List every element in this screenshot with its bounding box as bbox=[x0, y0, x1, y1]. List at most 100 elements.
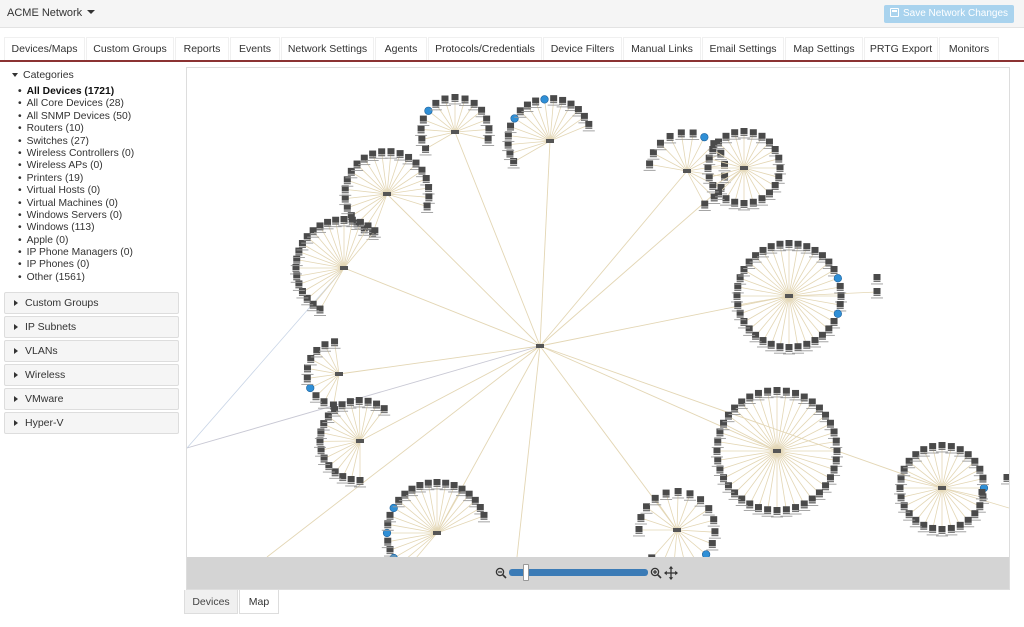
zoom-out-icon[interactable] bbox=[495, 567, 507, 579]
device-icon[interactable] bbox=[800, 393, 808, 402]
device-icon[interactable] bbox=[646, 160, 654, 169]
device-icon[interactable] bbox=[822, 411, 830, 420]
device-icon[interactable] bbox=[458, 485, 466, 494]
device-icon[interactable] bbox=[480, 511, 488, 520]
device-icon[interactable] bbox=[433, 479, 441, 487]
device-icon[interactable] bbox=[483, 115, 491, 124]
device-icon[interactable] bbox=[425, 193, 433, 202]
device-icon[interactable] bbox=[303, 364, 311, 373]
device-icon[interactable] bbox=[724, 482, 732, 491]
device-icon[interactable] bbox=[830, 465, 838, 474]
device-icon[interactable] bbox=[818, 252, 826, 261]
windows-globe-icon[interactable] bbox=[700, 133, 709, 142]
device-icon[interactable] bbox=[325, 462, 333, 471]
device-icon[interactable] bbox=[423, 202, 431, 211]
device-icon[interactable] bbox=[523, 101, 531, 110]
category-virtual-hosts[interactable]: Virtual Hosts (0) bbox=[18, 185, 134, 197]
device-icon[interactable] bbox=[312, 392, 320, 401]
device-icon[interactable] bbox=[746, 500, 754, 509]
device-icon[interactable] bbox=[550, 95, 558, 104]
device-icon[interactable] bbox=[724, 411, 732, 420]
device-icon[interactable] bbox=[971, 457, 979, 466]
device-icon[interactable] bbox=[754, 389, 762, 398]
device-icon[interactable] bbox=[507, 122, 515, 131]
device-icon[interactable] bbox=[976, 465, 984, 474]
device-icon[interactable] bbox=[833, 447, 841, 455]
windows-globe-icon[interactable] bbox=[424, 106, 433, 115]
device-icon[interactable] bbox=[929, 443, 937, 452]
windows-globe-icon[interactable] bbox=[389, 503, 398, 513]
category-wireless-aps[interactable]: Wireless APs (0) bbox=[18, 160, 134, 172]
device-icon[interactable] bbox=[822, 482, 830, 491]
device-icon[interactable] bbox=[309, 227, 317, 236]
device-icon[interactable] bbox=[324, 218, 332, 227]
device-icon[interactable] bbox=[971, 510, 979, 519]
device-icon[interactable] bbox=[373, 400, 381, 409]
tab-map-settings[interactable]: Map Settings bbox=[785, 37, 863, 60]
device-icon[interactable] bbox=[912, 516, 920, 525]
section-custom-groups[interactable]: Custom Groups bbox=[4, 292, 179, 314]
tab-email-settings[interactable]: Email Settings bbox=[702, 37, 784, 60]
device-icon[interactable] bbox=[976, 502, 984, 511]
pan-arrows-icon[interactable] bbox=[664, 566, 678, 580]
device-icon[interactable] bbox=[776, 343, 784, 352]
device-icon[interactable] bbox=[731, 198, 739, 207]
device-icon[interactable] bbox=[574, 106, 582, 115]
category-ip-phone-managers[interactable]: IP Phone Managers (0) bbox=[18, 247, 134, 259]
device-icon[interactable] bbox=[897, 493, 905, 502]
device-icon[interactable] bbox=[794, 343, 802, 352]
device-icon[interactable] bbox=[736, 274, 744, 283]
device-icon[interactable] bbox=[749, 129, 757, 138]
tab-reports[interactable]: Reports bbox=[175, 37, 229, 60]
device-icon[interactable] bbox=[905, 457, 913, 466]
device-icon[interactable] bbox=[836, 282, 844, 291]
device-icon[interactable] bbox=[705, 173, 713, 182]
tab-agents[interactable]: Agents bbox=[375, 37, 427, 60]
device-icon[interactable] bbox=[745, 325, 753, 334]
category-switches[interactable]: Switches (27) bbox=[18, 136, 134, 148]
device-icon[interactable] bbox=[442, 479, 450, 488]
device-icon[interactable] bbox=[720, 419, 728, 428]
switch-node-icon[interactable] bbox=[740, 166, 748, 170]
device-icon[interactable] bbox=[803, 340, 811, 349]
category-all-core-devices[interactable]: All Core Devices (28) bbox=[18, 98, 134, 110]
windows-globe-icon[interactable] bbox=[540, 95, 549, 104]
device-icon[interactable] bbox=[355, 397, 363, 406]
switch-node-icon[interactable] bbox=[683, 169, 691, 173]
device-icon[interactable] bbox=[418, 135, 426, 144]
device-icon[interactable] bbox=[765, 189, 773, 198]
device-icon[interactable] bbox=[740, 266, 748, 274]
category-windows[interactable]: Windows (113) bbox=[18, 222, 134, 234]
tab-devices-maps[interactable]: Devices/Maps bbox=[4, 37, 85, 60]
network-topology-canvas[interactable] bbox=[187, 68, 1009, 557]
device-icon[interactable] bbox=[731, 129, 739, 138]
device-icon[interactable] bbox=[356, 477, 364, 485]
windows-globe-icon[interactable] bbox=[306, 383, 315, 393]
device-icon[interactable] bbox=[709, 146, 717, 154]
device-icon[interactable] bbox=[364, 222, 372, 231]
device-icon[interactable] bbox=[938, 526, 946, 534]
device-icon[interactable] bbox=[425, 184, 433, 193]
device-icon[interactable] bbox=[649, 149, 657, 158]
device-icon[interactable] bbox=[666, 132, 674, 141]
device-icon[interactable] bbox=[705, 505, 713, 514]
device-icon[interactable] bbox=[346, 398, 354, 407]
tab-device-filters[interactable]: Device Filters bbox=[543, 37, 622, 60]
category-routers[interactable]: Routers (10) bbox=[18, 123, 134, 135]
device-icon[interactable] bbox=[773, 507, 781, 515]
device-icon[interactable] bbox=[293, 255, 301, 264]
device-icon[interactable] bbox=[752, 331, 760, 340]
switch-node-icon[interactable] bbox=[335, 372, 343, 376]
switch-node-icon[interactable] bbox=[546, 139, 554, 143]
device-icon[interactable] bbox=[745, 258, 753, 267]
device-icon[interactable] bbox=[771, 182, 779, 190]
device-icon[interactable] bbox=[710, 516, 718, 525]
device-icon[interactable] bbox=[811, 337, 819, 346]
device-icon[interactable] bbox=[947, 443, 955, 452]
device-icon[interactable] bbox=[818, 331, 826, 340]
device-icon[interactable] bbox=[412, 159, 420, 168]
category-other[interactable]: Other (1561) bbox=[18, 272, 134, 284]
device-icon[interactable] bbox=[832, 456, 840, 465]
device-icon[interactable] bbox=[749, 198, 757, 207]
device-icon[interactable] bbox=[303, 374, 311, 383]
